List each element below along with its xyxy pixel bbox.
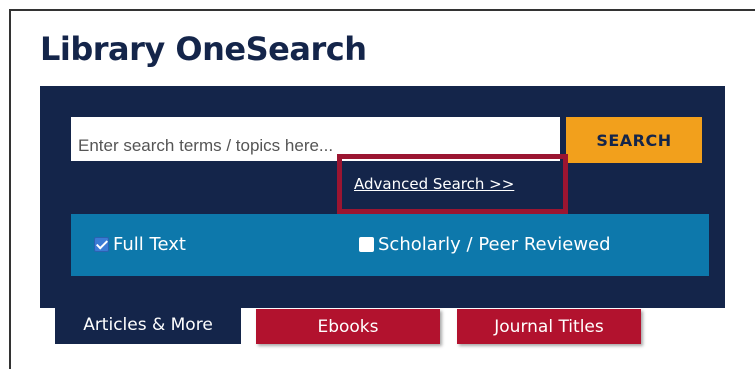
tab-articles-and-more[interactable]: Articles & More [55,306,241,344]
search-input[interactable] [71,117,560,161]
search-button[interactable]: SEARCH [566,117,702,163]
full-text-checkbox[interactable] [94,237,109,252]
page-title: Library OneSearch [40,30,367,68]
full-text-label: Full Text [113,234,186,255]
advanced-search-link[interactable]: Advanced Search >> [354,175,514,193]
scholarly-checkbox[interactable] [359,237,374,252]
tab-ebooks-label: Ebooks [317,316,379,337]
tab-articles-label: Articles & More [83,315,213,335]
tab-journal-titles[interactable]: Journal Titles [457,309,641,344]
scholarly-label: Scholarly / Peer Reviewed [378,234,611,255]
tab-journals-label: Journal Titles [494,316,604,337]
filter-scholarly-peer-reviewed[interactable]: Scholarly / Peer Reviewed [359,234,611,255]
tab-ebooks[interactable]: Ebooks [256,309,440,344]
filter-full-text[interactable]: Full Text [94,234,186,255]
